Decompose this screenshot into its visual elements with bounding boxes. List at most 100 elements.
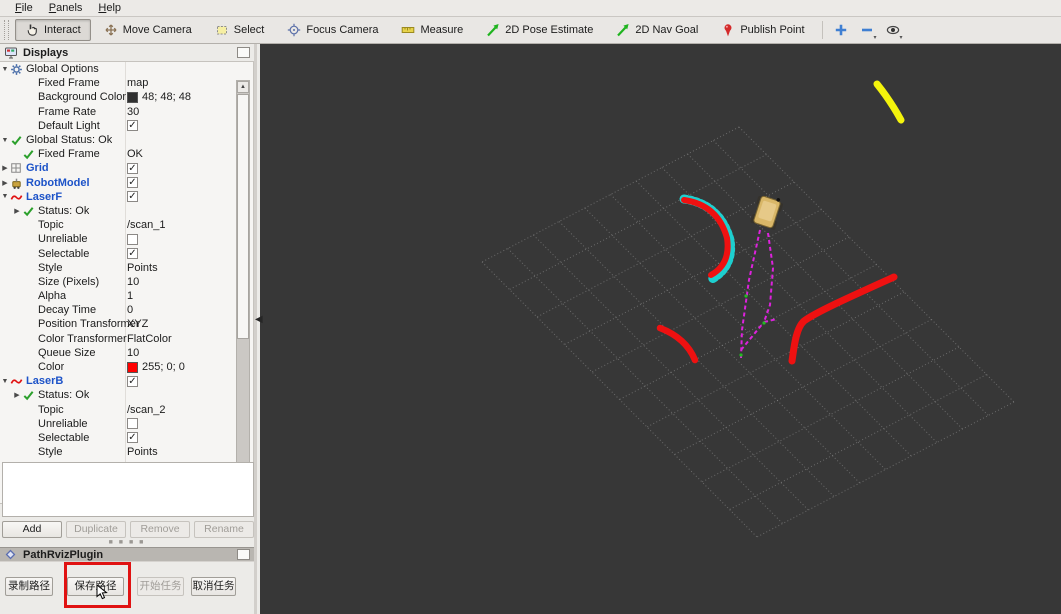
tree-row[interactable]: Style Points (0, 261, 253, 275)
tool-extra-button[interactable]: ▾ (882, 20, 904, 41)
tree-row[interactable]: Selectable ✓ (0, 431, 253, 445)
property-value[interactable]: ✓ (127, 432, 138, 444)
tool-button[interactable]: Interact (15, 19, 91, 41)
property-checkbox[interactable]: ✓ (127, 177, 138, 189)
tree-row[interactable]: Size (Pixels) 10 (0, 275, 253, 289)
tree-row[interactable]: Style Points (0, 445, 253, 459)
expander-arrow[interactable]: ▼ (0, 378, 10, 385)
panel-collapse-arrow[interactable]: ◀ (255, 314, 263, 325)
property-value[interactable]: OK (127, 148, 143, 160)
tool-button[interactable]: Focus Camera (277, 19, 388, 41)
property-checkbox[interactable]: ✓ (127, 248, 138, 260)
tree-row[interactable]: Decay Time 0 (0, 303, 253, 317)
property-checkbox[interactable]: ✓ (127, 162, 138, 174)
expander-arrow[interactable]: ▼ (0, 137, 10, 144)
tree-row[interactable]: Unreliable (0, 417, 253, 431)
tree-row[interactable]: Fixed Frame OK (0, 147, 253, 161)
tree-row[interactable]: ▼ Global Options (0, 62, 253, 76)
property-value[interactable]: /scan_1 (127, 219, 166, 231)
property-checkbox[interactable]: ✓ (127, 191, 138, 203)
tool-button[interactable]: Measure (391, 19, 473, 41)
property-value[interactable]: 30 (127, 106, 139, 118)
tree-row[interactable]: Fixed Frame map (0, 76, 253, 90)
property-value[interactable]: 1 (127, 290, 133, 302)
tree-row[interactable]: ▼ Global Status: Ok (0, 133, 253, 147)
tool-button[interactable]: 2D Nav Goal (606, 19, 708, 41)
property-value[interactable]: FlatColor (127, 333, 172, 345)
displays-action-button[interactable]: Add (2, 521, 62, 538)
tree-row[interactable]: ▶ RobotModel ✓ (0, 176, 253, 190)
menu-item[interactable]: Help (90, 1, 129, 16)
property-value[interactable]: 10 (127, 347, 139, 359)
expander-arrow[interactable]: ▶ (0, 164, 10, 172)
path-action-button[interactable]: 开始任务 (137, 577, 184, 596)
tree-row[interactable]: Frame Rate 30 (0, 105, 253, 119)
3d-viewport[interactable] (260, 44, 1061, 614)
property-value[interactable]: 48; 48; 48 (127, 91, 191, 103)
toolbar-drag-handle[interactable] (4, 20, 9, 40)
tree-row[interactable]: ▶ Status: Ok (0, 388, 253, 402)
path-action-button[interactable]: 取消任务 (191, 577, 236, 596)
property-value[interactable]: ✓ (127, 177, 138, 189)
tree-row[interactable]: Topic /scan_1 (0, 218, 253, 232)
expander-arrow[interactable]: ▼ (0, 66, 10, 73)
plugin-float-button[interactable] (237, 549, 250, 560)
panel-splitter-handle[interactable]: ■ ■ ■ ■ (0, 539, 254, 546)
displays-action-button[interactable]: Remove (130, 521, 190, 538)
tree-row[interactable]: ▶ Status: Ok (0, 204, 253, 218)
tool-button[interactable]: Move Camera (94, 19, 202, 41)
tree-row[interactable]: Background Color 48; 48; 48 (0, 90, 253, 104)
tool-button[interactable]: 2D Pose Estimate (476, 19, 603, 41)
property-checkbox[interactable]: ✓ (127, 120, 138, 132)
property-value[interactable]: 10 (127, 276, 139, 288)
scrollbar-thumb[interactable] (237, 94, 249, 339)
expander-arrow[interactable]: ▶ (0, 179, 10, 187)
property-value[interactable]: 0 (127, 304, 133, 316)
expander-arrow[interactable]: ▶ (12, 207, 22, 215)
tree-row[interactable]: ▼ LaserB ✓ (0, 374, 253, 388)
property-value[interactable]: ✓ (127, 248, 138, 260)
property-value[interactable]: ✓ (127, 191, 138, 203)
scroll-up-button[interactable]: ▲ (237, 81, 249, 93)
tool-extra-button[interactable] (830, 20, 852, 40)
color-swatch[interactable] (127, 91, 138, 103)
tree-row[interactable]: Selectable ✓ (0, 246, 253, 260)
property-value[interactable] (127, 233, 138, 245)
tree-row[interactable]: Alpha 1 (0, 289, 253, 303)
tree-row[interactable]: Topic /scan_2 (0, 403, 253, 417)
property-value[interactable]: ✓ (127, 162, 138, 174)
property-value[interactable]: XYZ (127, 318, 148, 330)
tree-row[interactable]: Unreliable (0, 232, 253, 246)
expander-arrow[interactable]: ▶ (12, 391, 22, 399)
property-value[interactable]: 255; 0; 0 (127, 361, 185, 373)
tool-button[interactable]: Select (205, 19, 275, 41)
tool-extra-button[interactable]: ▾ (856, 20, 878, 41)
displays-action-button[interactable]: Rename (194, 521, 254, 538)
tree-row[interactable]: Default Light ✓ (0, 119, 253, 133)
expander-arrow[interactable]: ▼ (0, 193, 10, 200)
property-checkbox[interactable] (127, 233, 138, 245)
property-value[interactable]: Points (127, 262, 158, 274)
color-swatch[interactable] (127, 361, 138, 373)
tree-row[interactable]: Queue Size 10 (0, 346, 253, 360)
displays-float-button[interactable] (237, 47, 250, 58)
tree-row[interactable]: ▼ LaserF ✓ (0, 190, 253, 204)
property-value[interactable] (127, 418, 138, 430)
property-value[interactable]: ✓ (127, 375, 138, 387)
tree-row[interactable]: Color Transformer FlatColor (0, 332, 253, 346)
property-value[interactable]: Points (127, 446, 158, 458)
property-value[interactable]: map (127, 77, 148, 89)
tree-row[interactable]: Color 255; 0; 0 (0, 360, 253, 374)
property-checkbox[interactable]: ✓ (127, 375, 138, 387)
path-action-button[interactable]: 录制路径 (5, 577, 53, 596)
tree-row[interactable]: ▶ Grid ✓ (0, 161, 253, 175)
menu-item[interactable]: Panels (41, 1, 91, 16)
property-value[interactable]: /scan_2 (127, 404, 166, 416)
property-value[interactable]: ✓ (127, 120, 138, 132)
property-checkbox[interactable] (127, 418, 138, 430)
tree-row[interactable]: Position Transformer XYZ (0, 317, 253, 331)
tree-scrollbar[interactable]: ▲ ▼ (236, 80, 250, 477)
menu-item[interactable]: File (7, 1, 41, 16)
property-checkbox[interactable]: ✓ (127, 432, 138, 444)
displays-action-button[interactable]: Duplicate (66, 521, 126, 538)
